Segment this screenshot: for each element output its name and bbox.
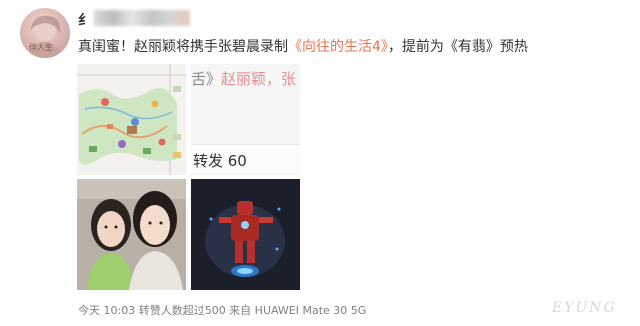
image-screenshot[interactable]: 舌》赵丽颖，张 转发 60 <box>191 64 300 175</box>
selfie-photo-icon <box>77 179 186 290</box>
username-blur-mosaic <box>94 10 190 26</box>
weibo-post: 伴人生 纟 真闺蜜！赵丽颖将携手张碧晨录制《向往的生活4》，提前为《有翡》预热 <box>0 0 640 326</box>
post-text-prefix: 真闺蜜！赵丽颖将携手张碧晨录制 <box>78 39 288 55</box>
watermark: EYUNG <box>552 300 617 316</box>
image-selfie[interactable] <box>77 179 186 290</box>
screenshot-share-count: 转发 60 <box>193 152 247 170</box>
image-map[interactable] <box>77 64 186 175</box>
post-text: 真闺蜜！赵丽颖将携手张碧晨录制《向往的生活4》，提前为《有翡》预热 <box>78 37 528 57</box>
figure-photo-icon <box>191 179 300 290</box>
map-illustration-icon <box>77 64 186 175</box>
avatar[interactable]: 伴人生 <box>20 8 70 58</box>
screenshot-share-bar: 转发 60 <box>191 144 300 173</box>
username-initial: 纟 <box>78 13 92 29</box>
topic-link[interactable]: 《向往的生活4》 <box>288 39 388 55</box>
screenshot-title: 舌》赵丽颖，张 <box>191 68 296 89</box>
screenshot-title-highlight: 赵丽颖，张 <box>221 70 297 88</box>
post-text-suffix: ，提前为《有翡》预热 <box>387 39 528 55</box>
username[interactable]: 纟 <box>78 10 92 30</box>
screenshot-title-prefix: 舌》 <box>191 70 222 88</box>
avatar-stamp-text: 伴人生 <box>29 43 53 52</box>
post-meta: 今天 10:03 转赞人数超过500 来自 HUAWEI Mate 30 5G <box>78 304 367 317</box>
image-figure[interactable] <box>191 179 300 290</box>
